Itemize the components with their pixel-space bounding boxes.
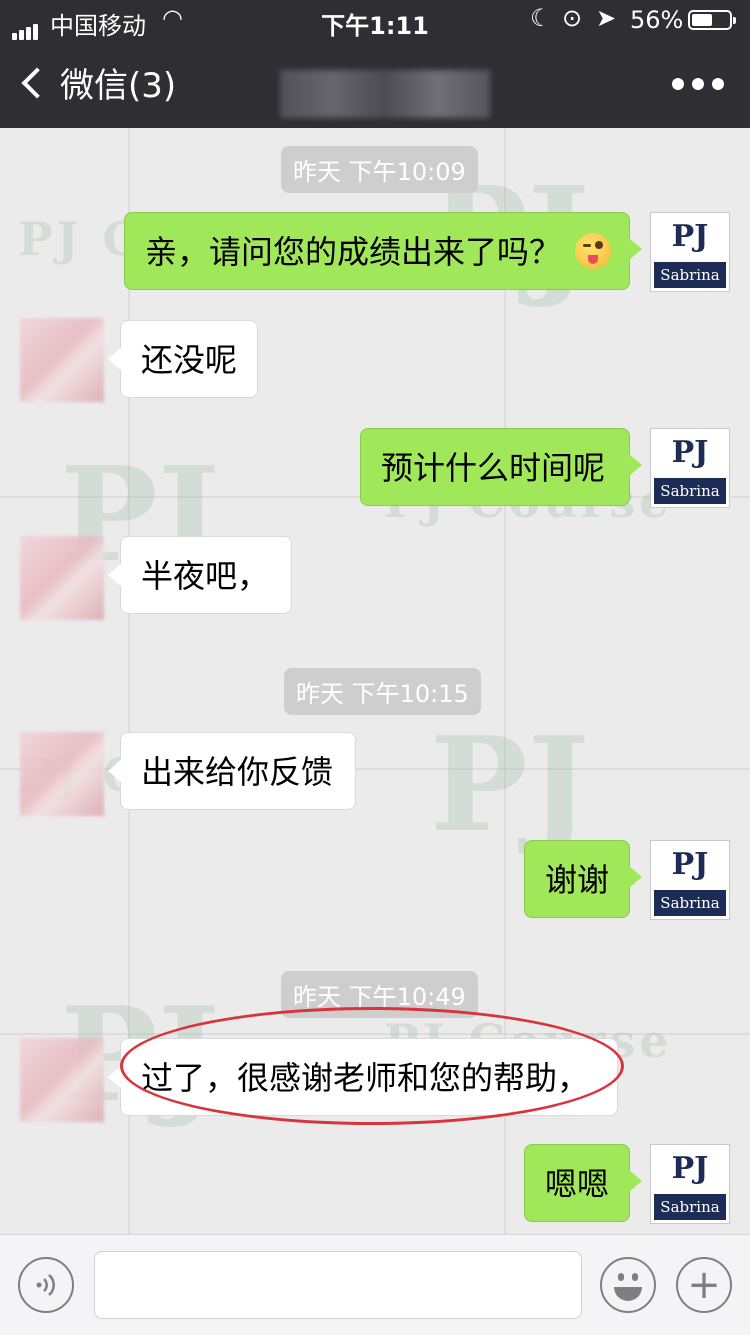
avatar-self[interactable]: PJ Sabrina (650, 1144, 730, 1224)
location-arrow-icon: ➤ (596, 4, 617, 32)
watermark-line (0, 1033, 750, 1035)
message-bubble-in[interactable]: 出来给你反馈 (108, 732, 356, 810)
smiley-icon[interactable] (600, 1257, 656, 1313)
dot-icon (672, 78, 684, 90)
message-bubble-in[interactable]: 还没呢 (108, 320, 258, 398)
message-text: 嗯嗯 (545, 1165, 610, 1203)
avatar-logo-text: PJ (671, 435, 709, 470)
winking-tongue-emoji-icon (575, 233, 612, 269)
message-text: 过了，很感谢老师和您的帮助， (141, 1059, 590, 1097)
timestamp: 昨天 下午10:09 (281, 146, 478, 193)
avatar-name: Sabrina (654, 1194, 726, 1220)
avatar-logo-text: PJ (671, 847, 709, 882)
chat-title-redacted (280, 70, 490, 118)
more-button[interactable] (672, 78, 724, 90)
timestamp: 昨天 下午10:49 (281, 971, 478, 1018)
chevron-left-icon (21, 66, 53, 99)
battery-percent: 56% (630, 6, 684, 34)
avatar-name: Sabrina (654, 478, 726, 504)
message-bubble-out[interactable]: 预计什么时间呢 (360, 428, 642, 506)
message-text: 预计什么时间呢 (381, 449, 606, 487)
avatar-contact[interactable] (20, 1038, 104, 1122)
input-bar: + (0, 1234, 750, 1335)
message-bubble-out[interactable]: 嗯嗯 (524, 1144, 642, 1222)
avatar-contact[interactable] (20, 536, 104, 620)
message-text: 半夜吧， (141, 557, 270, 595)
nav-bar: 微信(3) (0, 42, 750, 128)
message-bubble-in[interactable]: 过了，很感谢老师和您的帮助， (108, 1038, 618, 1116)
avatar-contact[interactable] (20, 732, 104, 816)
plus-icon[interactable]: + (676, 1257, 732, 1313)
timestamp: 昨天 下午10:15 (284, 668, 481, 715)
avatar-logo-text: PJ (671, 219, 709, 254)
moon-icon: ☾ (530, 4, 552, 32)
dot-icon (712, 78, 724, 90)
message-text: 亲，请问您的成绩出来了吗？ (145, 233, 562, 271)
watermark-pj: PJ (430, 708, 590, 861)
message-input[interactable] (94, 1251, 582, 1319)
chat-area[interactable]: PJ PJ Course PJ PJ Course PJ PJ Course P… (0, 128, 750, 1234)
avatar-self[interactable]: PJ Sabrina (650, 428, 730, 508)
avatar-name: Sabrina (654, 890, 726, 916)
dot-icon (692, 78, 704, 90)
message-text: 还没呢 (141, 341, 238, 379)
voice-icon[interactable] (18, 1257, 74, 1313)
avatar-self[interactable]: PJ Sabrina (650, 212, 730, 292)
message-bubble-out[interactable]: 谢谢 (524, 840, 642, 918)
back-label: 微信(3) (60, 66, 177, 106)
message-text: 出来给你反馈 (141, 753, 334, 791)
message-text: 谢谢 (545, 861, 610, 899)
avatar-contact[interactable] (20, 318, 104, 402)
watermark-pj: PJ (430, 1226, 589, 1234)
message-bubble-in[interactable]: 半夜吧， (108, 536, 292, 614)
back-button[interactable]: 微信(3) (20, 58, 176, 107)
avatar-self[interactable]: PJ Sabrina (650, 840, 730, 920)
status-bar: 中国移动 ◠ 下午1:11 ☾ ⊙ ➤ 56% (0, 0, 750, 42)
avatar-logo-text: PJ (671, 1151, 709, 1186)
top-bar: 中国移动 ◠ 下午1:11 ☾ ⊙ ➤ 56% 微信(3) (0, 0, 750, 128)
rotation-lock-icon: ⊙ (562, 4, 583, 32)
battery-icon (688, 10, 736, 30)
avatar-name: Sabrina (654, 262, 726, 288)
message-bubble-out[interactable]: 亲，请问您的成绩出来了吗？ (124, 212, 642, 290)
